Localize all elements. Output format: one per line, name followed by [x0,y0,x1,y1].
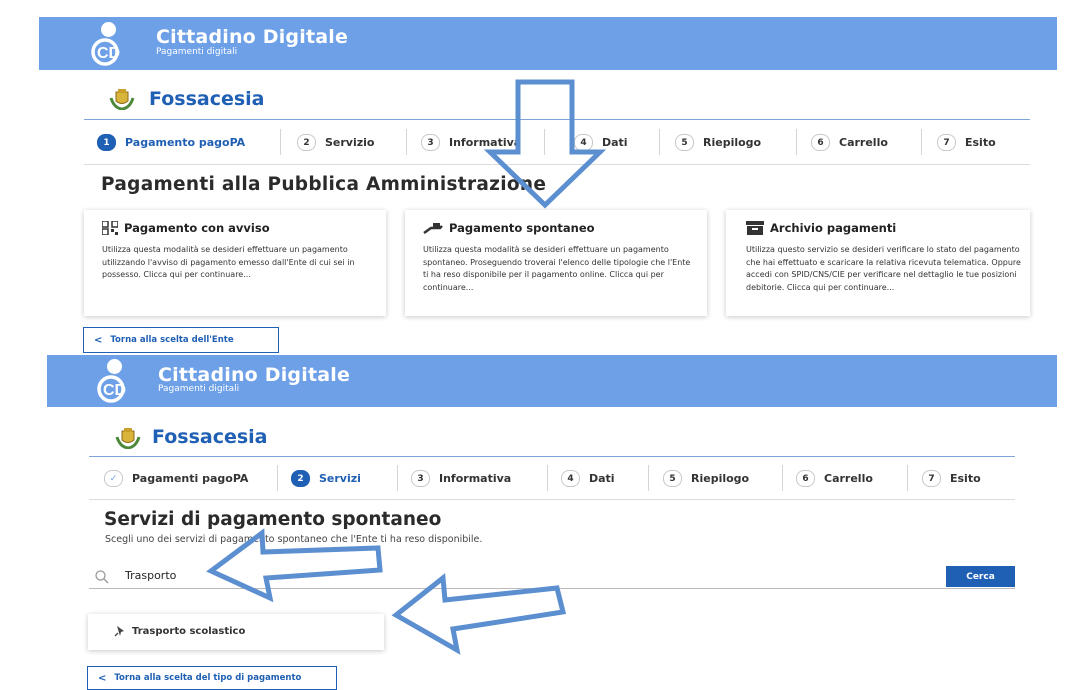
step-carrello[interactable]: 6 Carrello [796,470,873,487]
app-logo: CD [91,22,131,66]
step-servizio[interactable]: 2 Servizio [297,134,374,151]
step-riepilogo[interactable]: 5 Riepilogo [675,134,761,151]
search-input[interactable]: Trasporto [125,569,925,582]
back-button-label: Torna alla scelta dell'Ente [110,335,234,345]
step-label: Informativa [439,472,512,485]
hand-payment-icon [423,223,443,234]
card-description: Utilizza questa modalità se desideri eff… [423,245,691,292]
step-label: Informativa [449,136,522,149]
card-description: Utilizza questo servizio se desideri ver… [746,245,1021,292]
step-carrello[interactable]: 6 Carrello [811,134,888,151]
step-dati[interactable]: 4 Dati [574,134,628,151]
step-label: Dati [602,136,628,149]
coat-of-arms-icon [114,427,142,450]
step-label: Esito [965,136,996,149]
back-button-label: Torna alla scelta del tipo di pagamento [114,673,302,683]
step-label: Riepilogo [691,472,750,485]
step-label: Carrello [839,136,888,149]
municipality-name: Fossacesia [152,426,268,448]
step-dati[interactable]: 4 Dati [561,470,615,487]
app-subtitle: Pagamenti digitali [158,384,240,394]
card-title: Pagamento spontaneo [449,221,595,235]
step-label: Esito [950,472,981,485]
app-header: CD Cittadino Digitale Pagamenti digitali [39,17,1057,70]
step-servizi[interactable]: 2 Servizi [291,470,361,487]
app-subtitle: Pagamenti digitali [156,47,238,57]
step-label: Pagamenti pagoPA [132,472,249,485]
check-icon: ✓ [104,470,123,487]
pin-icon [114,626,124,637]
card-title: Archivio pagamenti [770,221,897,235]
search-icon [95,570,109,584]
archive-icon [746,221,764,235]
page-subtitle: Scegli uno dei servizi di pagamento spon… [105,534,483,545]
step-riepilogo[interactable]: 5 Riepilogo [663,470,749,487]
municipality-name: Fossacesia [149,88,265,110]
step-label: Riepilogo [703,136,762,149]
step-label: Servizi [319,472,361,485]
chevron-left-icon: < [98,672,107,684]
card-description: Utilizza questa modalità se desideri eff… [102,245,355,279]
app-header: CD Cittadino Digitale Pagamenti digitali [47,355,1057,407]
step-esito[interactable]: 7 Esito [937,134,996,151]
card-title: Pagamento con avviso [124,221,270,235]
step-pagamento-pagopa[interactable]: 1 Pagamento pagoPA [97,134,245,151]
card-pagamento-spontaneo[interactable]: Pagamento spontaneo Utilizza questa moda… [405,210,707,316]
page-title: Servizi di pagamento spontaneo [104,509,442,530]
coat-of-arms-icon [108,88,136,111]
app-title: Cittadino Digitale [156,26,349,48]
search-bar: Trasporto Cerca [89,566,1015,589]
qr-code-icon [102,221,118,235]
card-archivio-pagamenti[interactable]: Archivio pagamenti Utilizza questo servi… [726,210,1030,316]
step-label: Pagamento pagoPA [125,136,246,149]
step-esito[interactable]: 7 Esito [922,470,981,487]
svg-text:CD: CD [103,382,126,399]
back-to-entity-button[interactable]: < Torna alla scelta dell'Ente [83,327,279,353]
step-pagamenti-pagopa[interactable]: ✓ Pagamenti pagoPA [104,470,248,487]
step-informativa[interactable]: 3 Informativa [411,470,511,487]
chevron-left-icon: < [94,334,103,346]
svg-text:CD: CD [97,45,120,62]
back-to-payment-type-button[interactable]: < Torna alla scelta del tipo di pagament… [87,666,337,690]
step-label: Dati [589,472,615,485]
app-logo: CD [97,359,137,403]
service-item-trasporto-scolastico[interactable]: Trasporto scolastico [88,614,384,650]
step-label: Carrello [824,472,873,485]
page-title: Pagamenti alla Pubblica Amministrazione [101,174,547,195]
step-label: Servizio [325,136,375,149]
step-informativa[interactable]: 3 Informativa [421,134,521,151]
card-pagamento-con-avviso[interactable]: Pagamento con avviso Utilizza questa mod… [84,210,386,316]
app-title: Cittadino Digitale [158,364,351,386]
service-label: Trasporto scolastico [132,625,246,637]
search-button[interactable]: Cerca [946,566,1015,587]
